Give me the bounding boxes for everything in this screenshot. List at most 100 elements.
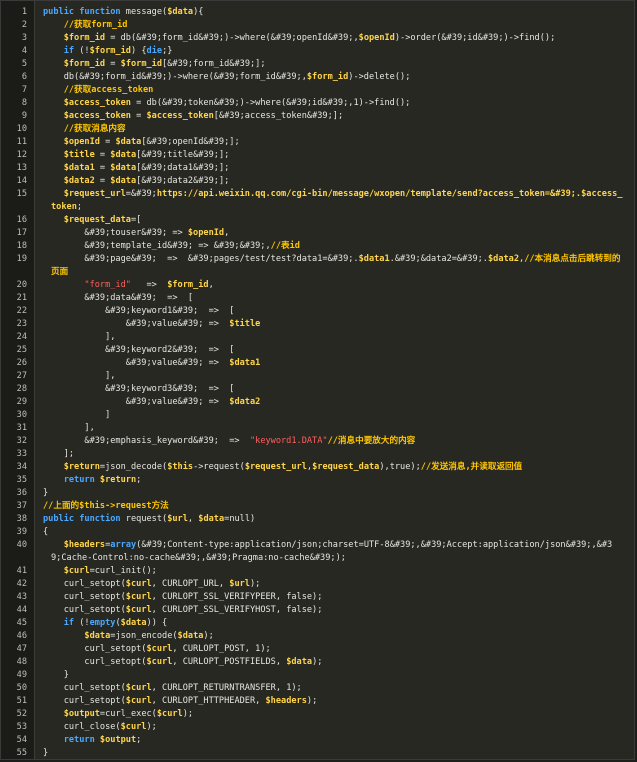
code-text: $request_data=[ bbox=[35, 215, 142, 225]
code-line: 27 ], bbox=[17, 370, 634, 383]
code-token: 9;Cache-Control:no-cache&#39;,&#39;Pragm… bbox=[51, 553, 346, 563]
line-number: 21 bbox=[16, 293, 27, 303]
code-token: (&#39;Content-type:application/json;char… bbox=[136, 540, 613, 550]
code-token: $curl bbox=[146, 644, 173, 654]
code-token: if bbox=[63, 46, 80, 56]
code-line: token; bbox=[35, 201, 634, 214]
code-token: curl_setopt( bbox=[43, 657, 147, 667]
code-text: //上面的$this->request方法 bbox=[35, 501, 169, 511]
code-token: , CURLOPT_HTTPHEADER, bbox=[151, 696, 266, 706]
code-area[interactable]: 1 public function message($data){2 //获取fo… bbox=[17, 1, 634, 759]
code-token: return bbox=[63, 735, 100, 745]
code-line: 10 //获取消息内容 bbox=[17, 123, 634, 136]
code-text: ], bbox=[35, 371, 115, 381]
code-line: 30 ] bbox=[17, 409, 634, 422]
code-token: $curl bbox=[156, 709, 183, 719]
code-token: curl_setopt( bbox=[43, 579, 126, 589]
code-token: = bbox=[94, 163, 111, 173]
code-line: 45 if (!empty($data)) { bbox=[17, 617, 634, 630]
line-number: 11 bbox=[16, 137, 27, 147]
code-token: [&#39;data1&#39;]; bbox=[136, 163, 230, 173]
line-number: 7 bbox=[21, 85, 27, 95]
code-text: $request_url=&#39;https://api.weixin.qq.… bbox=[35, 189, 623, 199]
code-text: $data2 = $data[&#39;data2&#39;]; bbox=[35, 176, 230, 186]
code-text: { bbox=[35, 527, 48, 537]
code-line: 6 db(&#39;form_id&#39;)->where(&#39;form… bbox=[22, 71, 634, 84]
code-token: request( bbox=[125, 514, 168, 524]
code-text: //获取access_token bbox=[35, 85, 154, 95]
line-number: 39 bbox=[16, 527, 27, 537]
code-token: ] bbox=[43, 410, 111, 420]
code-line: 44 curl_setopt($curl, CURLOPT_SSL_VERIFY… bbox=[17, 604, 634, 617]
line-number: 30 bbox=[16, 410, 27, 420]
code-token: $curl bbox=[125, 683, 152, 693]
code-line: 32 &#39;emphasis_keyword&#39; => "keywor… bbox=[17, 435, 634, 448]
line-number: 55 bbox=[16, 748, 27, 758]
line-number: 36 bbox=[16, 488, 27, 498]
code-token: //获取消息内容 bbox=[63, 124, 126, 134]
code-text: &#39;value&#39; => $data1 bbox=[35, 358, 261, 368]
code-token: ->request( bbox=[193, 462, 245, 472]
code-token: (! bbox=[79, 46, 90, 56]
code-token: = bbox=[99, 137, 116, 147]
code-token: $form_id bbox=[120, 59, 163, 69]
code-text: public function message($data){ bbox=[35, 7, 203, 17]
code-token: &#39;value&#39; => bbox=[43, 397, 230, 407]
code-text: $form_id = $form_id[&#39;form_id&#39;]; bbox=[35, 59, 266, 69]
code-token: $request_data bbox=[312, 462, 380, 472]
code-line: 3 $form_id = db(&#39;form_id&#39;)->wher… bbox=[22, 32, 634, 45]
code-line: 17 &#39;touser&#39; => $openId, bbox=[17, 227, 634, 240]
line-number: 14 bbox=[16, 176, 27, 186]
line-number: 32 bbox=[16, 436, 27, 446]
code-token: return bbox=[63, 475, 100, 485]
code-token: db(&#39;form_id&#39;)->where(&#39;form_i… bbox=[43, 72, 307, 82]
line-number: 2 bbox=[21, 20, 27, 30]
code-line: 29 &#39;value&#39; => $data2 bbox=[17, 396, 634, 409]
code-token: $data2 bbox=[63, 176, 95, 186]
line-number: 45 bbox=[16, 618, 27, 628]
code-line: 7 //获取access_token bbox=[22, 84, 634, 97]
code-token: &#39;template_id&#39; => &#39;&#39;, bbox=[43, 241, 271, 251]
code-line: 1 public function message($data){ bbox=[22, 6, 634, 19]
code-token: //表id bbox=[270, 241, 300, 251]
code-token: //发送消息,并读取返回值 bbox=[420, 462, 523, 472]
code-line: 15 $request_url=&#39;https://api.weixin.… bbox=[17, 188, 634, 201]
code-token: =curl_init(); bbox=[89, 566, 157, 576]
code-editor[interactable]: 1 public function message($data){2 //获取fo… bbox=[0, 0, 635, 760]
code-token: $output bbox=[99, 735, 137, 745]
code-token: $form_id bbox=[63, 59, 106, 69]
code-token: , CURLOPT_RETURNTRANSFER, 1); bbox=[151, 683, 302, 693]
code-token: , CURLOPT_URL, bbox=[151, 579, 230, 589]
code-text: &#39;template_id&#39; => &#39;&#39;,//表i… bbox=[35, 241, 300, 251]
code-text: return $return; bbox=[35, 475, 142, 485]
code-line: 25 &#39;keyword2&#39; => [ bbox=[17, 344, 634, 357]
line-number: 54 bbox=[16, 735, 27, 745]
code-line: 37 //上面的$this->request方法 bbox=[17, 500, 634, 513]
code-token: $data1 bbox=[63, 163, 95, 173]
code-token: $data bbox=[110, 150, 137, 160]
code-token: $curl bbox=[125, 592, 152, 602]
code-token: 页面 bbox=[51, 267, 69, 277]
line-number: 31 bbox=[16, 423, 27, 433]
code-token: => bbox=[130, 280, 168, 290]
code-token: $form_id bbox=[89, 46, 131, 56]
code-token: $data bbox=[286, 657, 313, 667]
line-number: 6 bbox=[21, 72, 27, 82]
code-token: curl_close( bbox=[43, 722, 121, 732]
code-line: 13 $data1 = $data[&#39;data1&#39;]; bbox=[17, 162, 634, 175]
line-number: 9 bbox=[21, 111, 27, 121]
code-token: $curl bbox=[125, 605, 152, 615]
code-token: message( bbox=[125, 7, 168, 17]
code-line: 53 curl_close($curl); bbox=[17, 721, 634, 734]
code-line: 18 &#39;template_id&#39; => &#39;&#39;,/… bbox=[17, 240, 634, 253]
code-token: ); bbox=[249, 579, 261, 589]
line-number: 38 bbox=[16, 514, 27, 524]
code-token: , bbox=[208, 280, 214, 290]
code-line: 52 $output=curl_exec($curl); bbox=[17, 708, 634, 721]
